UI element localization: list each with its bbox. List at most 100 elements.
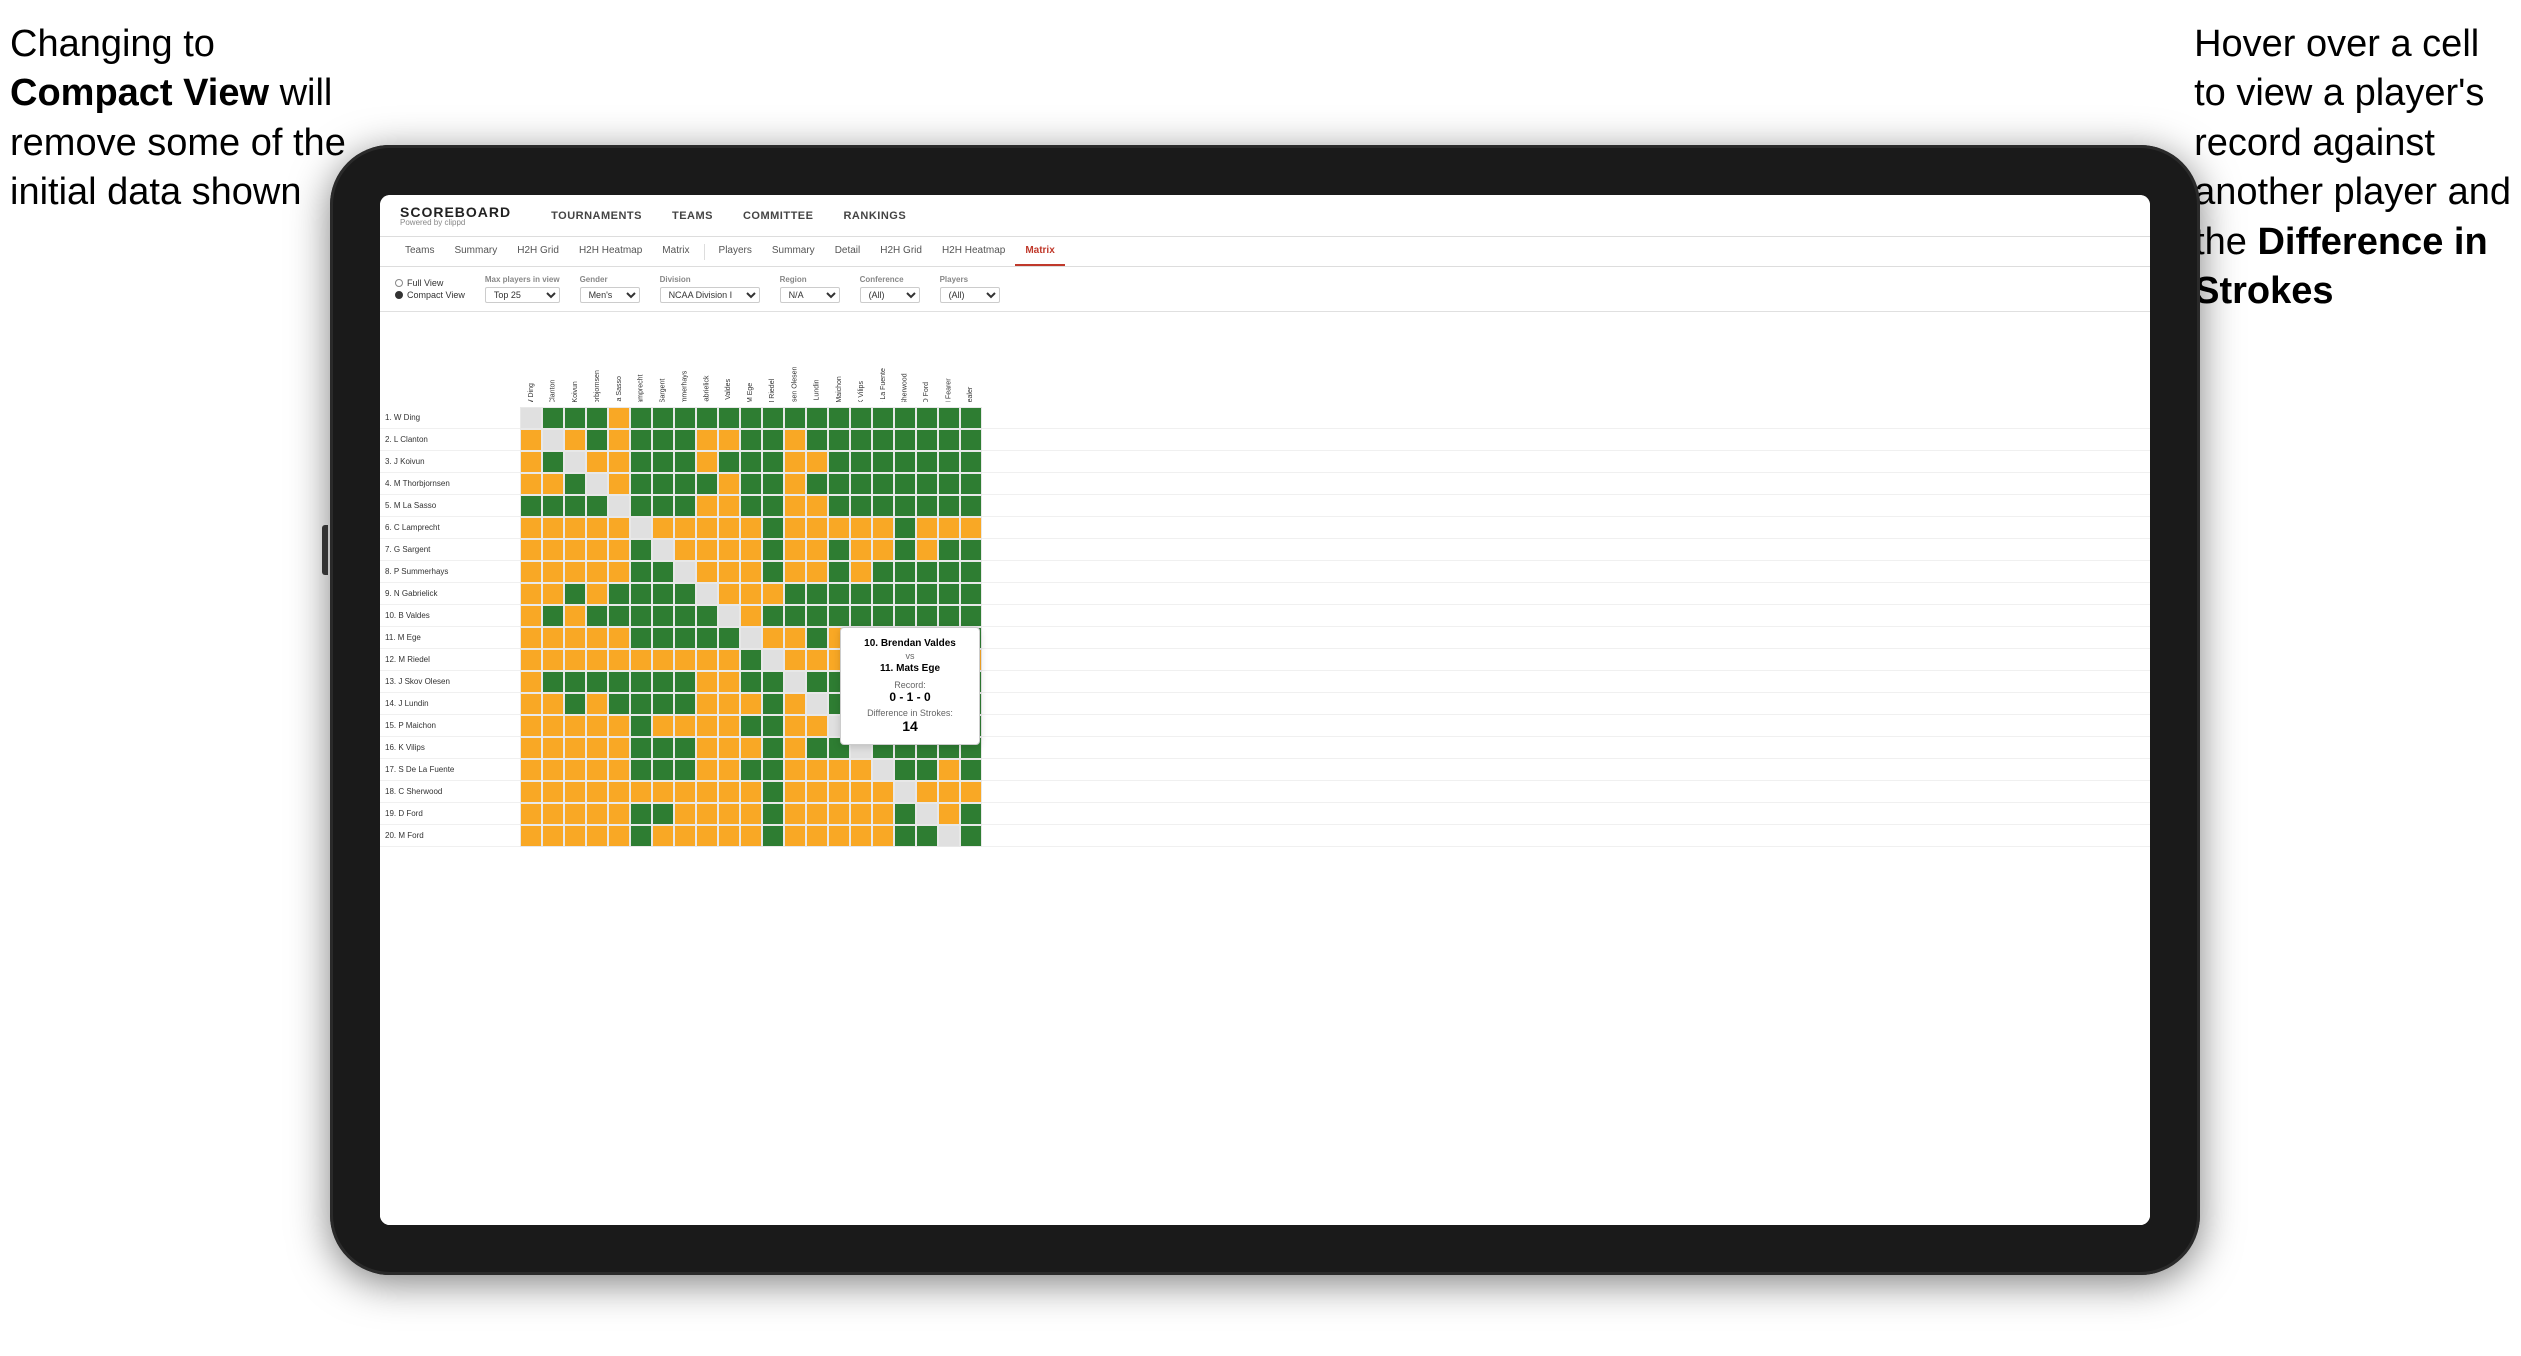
matrix-cell[interactable] [696, 803, 718, 825]
matrix-cell[interactable] [542, 473, 564, 495]
matrix-cell[interactable] [652, 825, 674, 847]
matrix-cell[interactable] [608, 451, 630, 473]
matrix-cell[interactable] [520, 473, 542, 495]
matrix-cell[interactable] [652, 451, 674, 473]
matrix-cell[interactable] [872, 561, 894, 583]
matrix-cell[interactable] [740, 407, 762, 429]
matrix-cell[interactable] [652, 561, 674, 583]
matrix-cell[interactable] [784, 715, 806, 737]
matrix-cell[interactable] [608, 627, 630, 649]
matrix-cell[interactable] [520, 517, 542, 539]
matrix-cell[interactable] [938, 825, 960, 847]
matrix-cell[interactable] [696, 495, 718, 517]
matrix-cell[interactable] [850, 539, 872, 561]
radio-compact-view[interactable]: Compact View [395, 290, 465, 300]
matrix-cell[interactable] [828, 583, 850, 605]
matrix-cell[interactable] [784, 649, 806, 671]
matrix-cell[interactable] [586, 649, 608, 671]
matrix-cell[interactable] [718, 407, 740, 429]
matrix-cell[interactable] [806, 605, 828, 627]
matrix-cell[interactable] [564, 539, 586, 561]
matrix-cell[interactable] [564, 649, 586, 671]
division-select[interactable]: NCAA Division I [660, 287, 760, 303]
matrix-cell[interactable] [718, 737, 740, 759]
matrix-cell[interactable] [608, 825, 630, 847]
matrix-cell[interactable] [718, 451, 740, 473]
matrix-cell[interactable] [762, 649, 784, 671]
matrix-cell[interactable] [696, 539, 718, 561]
matrix-cell[interactable] [696, 561, 718, 583]
matrix-cell[interactable] [674, 781, 696, 803]
matrix-cell[interactable] [674, 693, 696, 715]
matrix-cell[interactable] [608, 605, 630, 627]
matrix-cell[interactable] [740, 627, 762, 649]
matrix-cell[interactable] [564, 561, 586, 583]
matrix-cell[interactable] [894, 539, 916, 561]
tab-h2h-heatmap[interactable]: H2H Heatmap [569, 237, 652, 266]
matrix-cell[interactable] [960, 561, 982, 583]
matrix-cell[interactable] [960, 605, 982, 627]
matrix-cell[interactable] [850, 561, 872, 583]
matrix-cell[interactable] [674, 583, 696, 605]
matrix-cell[interactable] [894, 825, 916, 847]
matrix-cell[interactable] [872, 495, 894, 517]
matrix-cell[interactable] [828, 759, 850, 781]
matrix-cell[interactable] [652, 605, 674, 627]
matrix-cell[interactable] [542, 429, 564, 451]
matrix-cell[interactable] [542, 825, 564, 847]
matrix-cell[interactable] [806, 825, 828, 847]
matrix-cell[interactable] [674, 517, 696, 539]
matrix-cell[interactable] [894, 451, 916, 473]
matrix-cell[interactable] [564, 407, 586, 429]
matrix-cell[interactable] [696, 825, 718, 847]
matrix-cell[interactable] [740, 539, 762, 561]
matrix-cell[interactable] [542, 605, 564, 627]
matrix-cell[interactable] [696, 583, 718, 605]
matrix-cell[interactable] [740, 737, 762, 759]
matrix-cell[interactable] [586, 627, 608, 649]
matrix-cell[interactable] [652, 583, 674, 605]
matrix-cell[interactable] [564, 517, 586, 539]
matrix-cell[interactable] [894, 781, 916, 803]
matrix-cell[interactable] [630, 451, 652, 473]
matrix-cell[interactable] [608, 539, 630, 561]
matrix-cell[interactable] [542, 649, 564, 671]
matrix-cell[interactable] [740, 781, 762, 803]
matrix-cell[interactable] [784, 781, 806, 803]
matrix-cell[interactable] [740, 451, 762, 473]
matrix-cell[interactable] [608, 671, 630, 693]
matrix-cell[interactable] [718, 649, 740, 671]
matrix-cell[interactable] [916, 451, 938, 473]
matrix-cell[interactable] [674, 759, 696, 781]
matrix-cell[interactable] [696, 605, 718, 627]
matrix-cell[interactable] [630, 561, 652, 583]
matrix-cell[interactable] [520, 781, 542, 803]
matrix-cell[interactable] [850, 583, 872, 605]
matrix-cell[interactable] [674, 473, 696, 495]
conference-select[interactable]: (All) [860, 287, 920, 303]
matrix-cell[interactable] [938, 605, 960, 627]
players-select[interactable]: (All) [940, 287, 1000, 303]
matrix-cell[interactable] [718, 781, 740, 803]
matrix-cell[interactable] [652, 737, 674, 759]
matrix-cell[interactable] [652, 715, 674, 737]
matrix-cell[interactable] [564, 759, 586, 781]
matrix-cell[interactable] [520, 693, 542, 715]
matrix-cell[interactable] [608, 759, 630, 781]
matrix-cell[interactable] [564, 671, 586, 693]
matrix-cell[interactable] [696, 627, 718, 649]
matrix-cell[interactable] [674, 627, 696, 649]
matrix-cell[interactable] [674, 429, 696, 451]
matrix-cell[interactable] [872, 825, 894, 847]
matrix-cell[interactable] [806, 495, 828, 517]
matrix-cell[interactable] [850, 825, 872, 847]
matrix-cell[interactable] [542, 561, 564, 583]
max-players-select[interactable]: Top 25 [485, 287, 560, 303]
matrix-cell[interactable] [652, 517, 674, 539]
matrix-cell[interactable] [608, 429, 630, 451]
tab-h2h-heatmap-2[interactable]: H2H Heatmap [932, 237, 1015, 266]
matrix-cell[interactable] [740, 517, 762, 539]
matrix-cell[interactable] [784, 759, 806, 781]
matrix-cell[interactable] [586, 803, 608, 825]
matrix-cell[interactable] [696, 451, 718, 473]
